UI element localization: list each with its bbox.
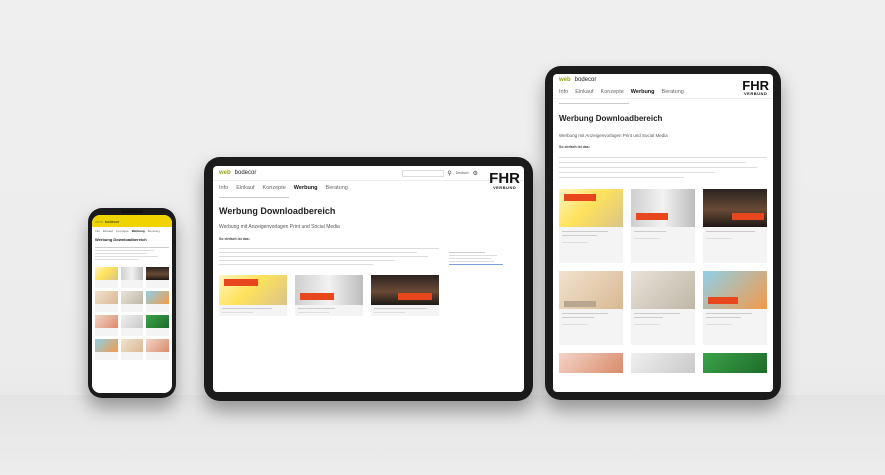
- tl-nav-konzepte[interactable]: Konzepte: [263, 185, 286, 191]
- tl-contact-box: [449, 250, 509, 267]
- tl-nav-beratung[interactable]: Beratung: [326, 185, 348, 191]
- tl-page-title: Werbung Downloadbereich: [219, 206, 336, 216]
- phone-notch: [121, 210, 143, 213]
- phone-nav-konzepte[interactable]: Konzepte: [116, 229, 129, 233]
- tp-page-title: Werbung Downloadbereich: [559, 114, 663, 123]
- phone-nav-info[interactable]: Info: [95, 229, 100, 233]
- phone-logo-primary: web: [95, 218, 103, 224]
- phone-text-block: [92, 244, 172, 263]
- tl-card[interactable]: [295, 275, 363, 316]
- phone-card[interactable]: [95, 291, 118, 312]
- phone-nav-werbung[interactable]: Werbung: [132, 229, 145, 233]
- tp-card[interactable]: [703, 189, 767, 263]
- tl-nav: Info Einkauf Konzepte Werbung Beratung: [213, 181, 524, 195]
- tp-logo-secondary: bodecor: [574, 77, 597, 83]
- phone-card[interactable]: [146, 315, 169, 336]
- tablet-portrait-screen: web bodecor FHR VERBUND Info Einkauf Kon…: [553, 74, 773, 392]
- phone-card-grid: [92, 263, 172, 364]
- tp-nav-beratung[interactable]: Beratung: [662, 89, 684, 95]
- tl-nav-info[interactable]: Info: [219, 185, 228, 191]
- tp-logo-primary: web: [559, 77, 571, 83]
- phone-nav: Info Einkauf Konzepte Werbung Beratung: [92, 227, 172, 235]
- tp-nav-konzepte[interactable]: Konzepte: [601, 89, 624, 95]
- tp-breadcrumb: [553, 98, 773, 108]
- tp-fhr-logo: FHR VERBUND: [742, 78, 769, 96]
- tablet-landscape-device: web bodecor ⚲ Deutsch ⚙ FHR VERBUND Info…: [204, 157, 533, 401]
- phone-card[interactable]: [95, 267, 118, 288]
- phone-card[interactable]: [120, 291, 144, 312]
- phone-card[interactable]: [120, 339, 144, 360]
- tp-card[interactable]: [559, 271, 623, 345]
- tl-logo-primary: web: [219, 170, 231, 176]
- tp-nav-info[interactable]: Info: [559, 89, 568, 95]
- tp-card[interactable]: [703, 271, 767, 345]
- tl-page-subtitle: Werbung mit Anzeigenvorlagen Print und S…: [219, 224, 340, 230]
- tp-card[interactable]: [631, 271, 695, 345]
- tl-header: web bodecor ⚲ Deutsch ⚙: [213, 166, 524, 181]
- floor: [0, 395, 885, 475]
- phone-card[interactable]: [146, 339, 169, 360]
- tp-nav-werbung[interactable]: Werbung: [631, 89, 655, 95]
- tp-text-block: [553, 152, 773, 183]
- tp-card[interactable]: [559, 353, 623, 373]
- tl-card[interactable]: [219, 275, 287, 316]
- phone-card[interactable]: [146, 291, 169, 312]
- search-icon[interactable]: ⚲: [447, 170, 451, 177]
- tl-card[interactable]: [371, 275, 439, 316]
- phone-card[interactable]: [120, 315, 144, 336]
- gear-icon[interactable]: ⚙: [473, 170, 478, 177]
- tablet-landscape-screen: web bodecor ⚲ Deutsch ⚙ FHR VERBUND Info…: [213, 166, 524, 392]
- tp-card[interactable]: [631, 189, 695, 263]
- phone-nav-einkauf[interactable]: Einkauf: [103, 229, 113, 233]
- phone-card[interactable]: [120, 267, 144, 288]
- tl-fhr-logo: FHR VERBUND: [489, 170, 520, 190]
- phone-page-title: Werbung Downloadbereich: [95, 237, 147, 242]
- tp-card[interactable]: [703, 353, 767, 373]
- tl-logo-secondary: bodecor: [234, 170, 257, 176]
- tp-nav-einkauf[interactable]: Einkauf: [575, 89, 593, 95]
- tl-search-input[interactable]: [402, 169, 445, 177]
- tp-card[interactable]: [631, 353, 695, 373]
- tp-card-grid: [553, 183, 773, 379]
- phone-card[interactable]: [146, 267, 169, 288]
- tp-card[interactable]: [559, 189, 623, 263]
- phone-header: web bodecor: [92, 215, 172, 227]
- tl-card-grid: [213, 269, 524, 322]
- tl-intro-heading: So einfach ist das:: [219, 237, 250, 241]
- phone-device: web bodecor Info Einkauf Konzepte Werbun…: [88, 208, 176, 398]
- tl-language-select[interactable]: Deutsch: [456, 171, 469, 175]
- phone-card[interactable]: [95, 339, 118, 360]
- tp-page-subtitle: Werbung mit Anzeigenvorlagen Print und S…: [559, 133, 668, 138]
- tablet-portrait-device: web bodecor FHR VERBUND Info Einkauf Kon…: [545, 66, 781, 400]
- tp-header: web bodecor: [553, 74, 773, 86]
- tp-intro-heading: So einfach ist das:: [559, 145, 590, 149]
- tp-nav: Info Einkauf Konzepte Werbung Beratung: [553, 86, 773, 98]
- phone-card[interactable]: [95, 315, 118, 336]
- tl-text-block: [213, 244, 445, 269]
- phone-nav-beratung[interactable]: Beratung: [148, 229, 160, 233]
- phone-logo-secondary: bodecor: [104, 218, 120, 224]
- phone-screen: web bodecor Info Einkauf Konzepte Werbun…: [92, 215, 172, 393]
- tl-nav-werbung[interactable]: Werbung: [294, 185, 318, 191]
- tl-nav-einkauf[interactable]: Einkauf: [236, 185, 254, 191]
